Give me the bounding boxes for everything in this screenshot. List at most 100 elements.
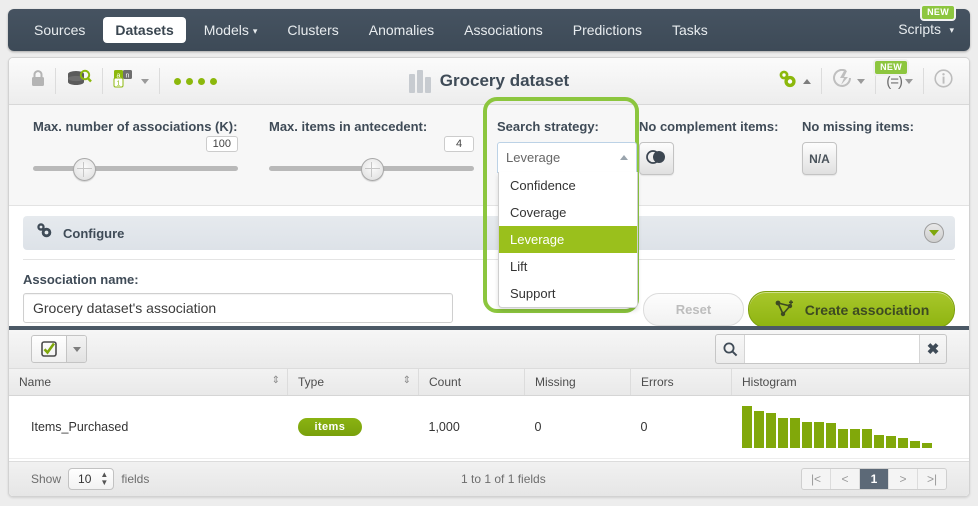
reset-button[interactable]: Reset [643,293,744,326]
configure-expand-button[interactable] [924,223,944,243]
column-label: Histogram [742,375,797,389]
histogram-bar [909,441,920,448]
configure-bar[interactable]: Configure [23,216,955,250]
option-leverage[interactable]: Leverage [499,226,637,253]
association-name-label: Association name: [23,272,139,287]
select-all-button[interactable] [31,335,87,363]
option-lift[interactable]: Lift [499,253,637,280]
histogram-bar [861,428,872,448]
svg-text:n: n [126,72,130,79]
nav-label: Sources [34,22,86,38]
nav-label: Datasets [115,22,174,38]
page-number-button[interactable]: 1 [860,469,889,489]
nav-item-sources[interactable]: Sources [22,17,97,43]
status-dots [174,77,217,85]
fields-toolbar: ✖ [9,330,969,369]
chevron-down-icon: ▾ [252,26,258,36]
nav-item-predictions[interactable]: Predictions [561,17,654,43]
create-association-button[interactable]: Create association [748,291,955,328]
no-complement-toggle[interactable] [639,142,674,175]
lock-icon[interactable] [31,70,45,92]
histogram-bar [801,421,812,448]
first-page-button[interactable]: |< [802,469,831,489]
max-antecedent-value: 4 [444,136,474,152]
search-strategy-value: Leverage [506,150,561,165]
slider-thumb[interactable] [73,158,96,181]
chevron-down-icon[interactable] [905,78,913,84]
column-header-errors[interactable]: Errors [630,369,732,396]
database-search-icon[interactable] [66,69,92,94]
histogram-bar [897,437,908,448]
chevron-down-icon[interactable] [857,78,866,84]
param-no-complement: No complement items: [639,119,778,175]
close-icon[interactable]: ✖ [920,335,946,363]
option-coverage[interactable]: Coverage [499,199,637,226]
chevron-down-icon[interactable] [67,336,86,362]
fields-table: Name ⇕ Type ⇕ Count Missing Errors Histo… [9,369,969,459]
column-header-missing[interactable]: Missing [524,369,631,396]
sort-icon[interactable]: ⇕ [272,375,280,386]
chevron-down-icon[interactable] [141,78,149,84]
sort-icon[interactable]: ⇕ [403,375,411,386]
histogram-bar [825,422,836,448]
gears-icon[interactable] [777,69,800,94]
param-label: Max. number of associations (K): [33,119,238,134]
search-strategy-select[interactable]: Leverage Confidence Coverage Leverage Li… [497,142,638,308]
slider-track [33,166,238,171]
nav-label: Tasks [672,22,708,38]
field-types-icon[interactable]: a n 1 [113,69,138,94]
column-header-count[interactable]: Count [418,369,525,396]
nav-item-tasks[interactable]: Tasks [660,17,720,43]
lightning-icon[interactable] [832,68,854,94]
divider [159,68,160,94]
nav-item-scripts[interactable]: NEW Scripts ▾ [898,4,956,39]
gears-icon [35,222,55,244]
slider-thumb[interactable] [361,158,384,181]
param-no-missing: No missing items: N/A [802,119,914,175]
divider [821,68,823,94]
nav-label: Predictions [572,22,642,38]
nav-item-clusters[interactable]: Clusters [275,17,350,43]
histogram-bar [837,428,848,448]
column-header-histogram[interactable]: Histogram [731,369,969,396]
page-title: Grocery dataset [439,71,570,90]
option-confidence[interactable]: Confidence [499,172,637,199]
checkbox-checked-icon [32,336,67,362]
option-support[interactable]: Support [499,280,637,307]
prev-page-button[interactable]: < [831,469,860,489]
column-label: Count [429,375,462,389]
column-header-name[interactable]: Name ⇕ [9,369,288,396]
next-page-button[interactable]: > [889,469,918,489]
new-badge: NEW [873,59,909,76]
no-missing-button[interactable]: N/A [802,142,837,175]
divider [923,68,924,94]
chevron-up-icon[interactable] [803,78,812,84]
page-size-select[interactable]: 10 ▲ ▼ [68,468,115,490]
fields-table-panel: ✖ Name ⇕ Type ⇕ Count Missing Errors His… [9,326,969,496]
chevron-down-icon [929,230,939,236]
association-name-input[interactable]: Grocery dataset's association [23,293,453,323]
nav-item-anomalies[interactable]: Anomalies [357,17,446,43]
nav-item-datasets[interactable]: Datasets [103,17,186,43]
last-page-button[interactable]: >| [918,469,946,489]
reset-label: Reset [675,302,712,317]
table-row[interactable]: Items_Purchased items 1,000 0 0 [9,395,969,459]
histogram-bar [765,412,776,448]
histogram-bar [741,406,752,448]
nav-label: Models [203,22,249,38]
show-label: Show [31,472,62,486]
column-header-type[interactable]: Type ⇕ [287,369,419,396]
histogram-bar [813,421,824,448]
stepper-icon: ▲ ▼ [100,470,109,487]
max-associations-value: 100 [205,136,238,152]
dataset-card: a n 1 Grocery dataset NEW (=) Max. numbe… [8,57,970,497]
info-icon[interactable] [934,69,953,93]
param-max-antecedent: Max. items in antecedent: 4 [269,119,474,181]
nav-item-associations[interactable]: Associations [452,17,555,43]
search-strategy-dropdown: Confidence Coverage Leverage Lift Suppor… [498,172,638,308]
fields-table-footer: Show 10 ▲ ▼ fields 1 to 1 of 1 fields |< … [9,461,969,496]
param-label: No missing items: [802,119,914,134]
nav-item-models[interactable]: Models ▾ [192,17,270,43]
search-input[interactable] [744,335,920,363]
histogram-bar [777,417,788,448]
